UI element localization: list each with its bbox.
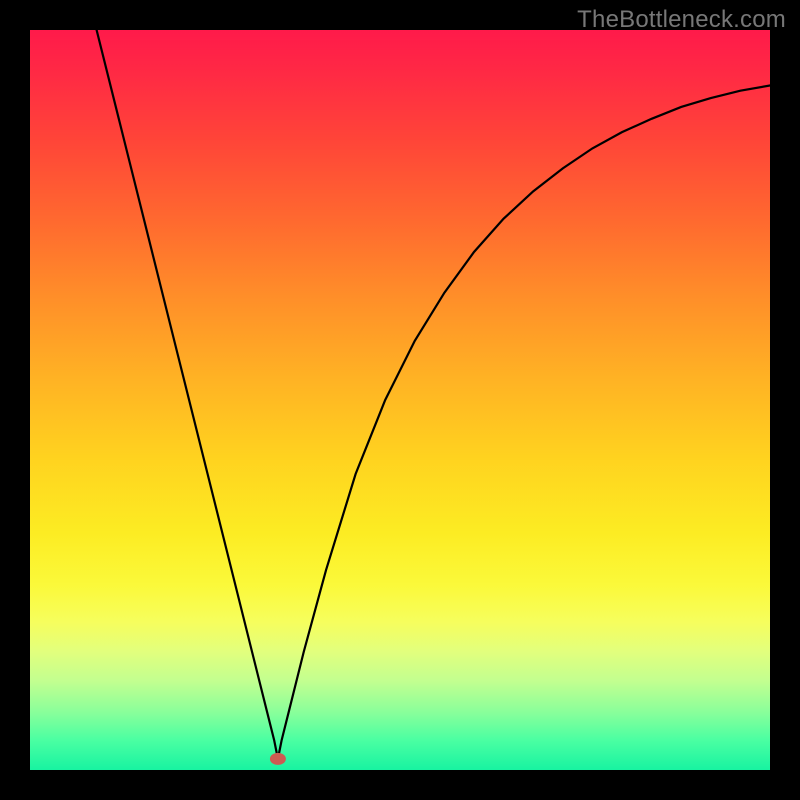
- min-marker: [270, 753, 286, 765]
- bottleneck-curve: [97, 30, 770, 759]
- plot-area: [30, 30, 770, 770]
- chart-frame: TheBottleneck.com: [0, 0, 800, 800]
- curve-svg: [30, 30, 770, 770]
